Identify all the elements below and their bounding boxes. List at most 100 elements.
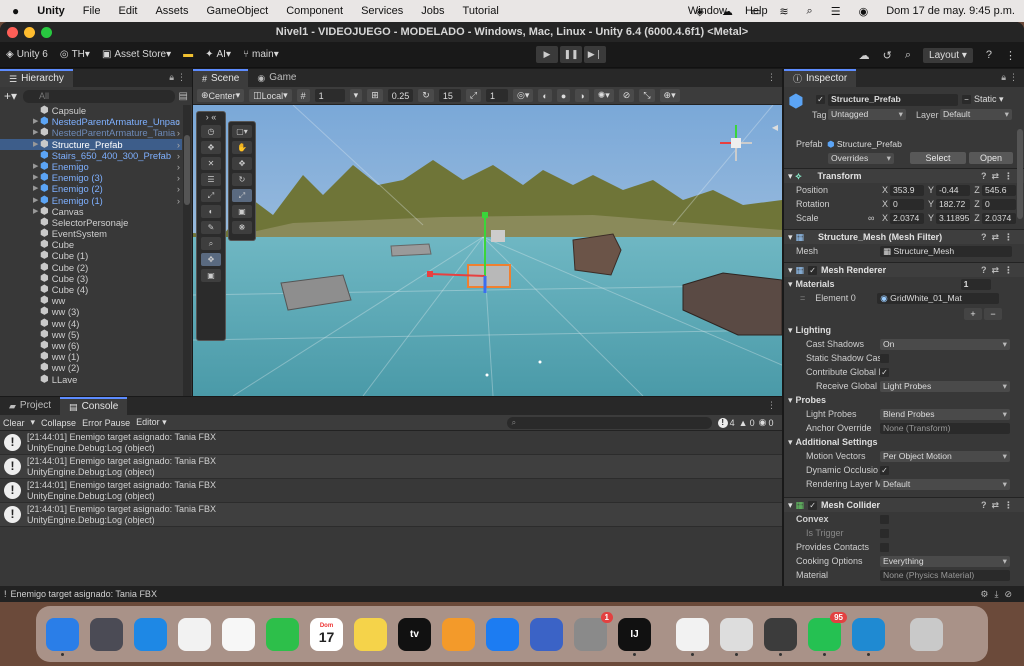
grid-icon[interactable]: # <box>296 89 310 102</box>
convex-checkbox[interactable] <box>880 514 889 524</box>
2d-toggle-icon[interactable]: ◐ <box>538 89 552 102</box>
tab-project[interactable]: ▰ Project <box>0 397 61 415</box>
lock-icon[interactable]: 🔒︎ <box>1001 72 1006 83</box>
light-probes-dropdown[interactable]: Blend Probes <box>880 408 1010 420</box>
open-prefab-icon[interactable]: › <box>177 127 180 138</box>
dock-app-reminders-icon[interactable] <box>178 617 211 651</box>
play-button[interactable]: ▶ <box>536 46 558 63</box>
move-tool-icon[interactable]: ✥ <box>232 157 252 170</box>
dock-app-safari-icon[interactable] <box>134 617 167 651</box>
hierarchy-item[interactable]: ⬢ ww (3) <box>0 306 182 317</box>
account-button[interactable]: ◎ TH ▾ <box>60 49 90 60</box>
rect-tool-icon[interactable]: ▣ <box>232 205 252 218</box>
expand-arrow-icon[interactable]: ▶ <box>33 139 38 150</box>
camera-tool-icon[interactable]: ▣ <box>201 269 221 282</box>
rendering-layer-dropdown[interactable]: Default <box>880 478 1010 490</box>
open-prefab-icon[interactable]: › <box>177 172 180 183</box>
clock[interactable]: Dom 17 de may. 9:45 p.m. <box>886 5 1015 17</box>
scale-x[interactable]: 2.0374 <box>890 212 924 224</box>
mesh-filter-header[interactable]: ▾ ▦ Structure_Mesh (Mesh Filter) ?⇄⋮ <box>784 229 1024 244</box>
dock-app-calendar-icon[interactable]: Dom 17 <box>310 617 343 651</box>
space-dropdown[interactable]: ◫ Local ▾ <box>249 89 292 102</box>
help-icon[interactable]: ? <box>986 49 992 61</box>
console-log-entry[interactable]: ! [21:44:01] Enemigo target asignado: Tan… <box>0 455 782 479</box>
step-button[interactable]: ▶❘ <box>584 46 606 63</box>
error-pause-button[interactable]: Error Pause <box>82 418 130 428</box>
snap-rotate-icon[interactable]: ↻ <box>418 89 434 102</box>
dock-app-chrome-icon[interactable] <box>676 617 709 656</box>
dock-app-appstore-icon[interactable] <box>486 617 519 651</box>
scale-y[interactable]: 3.11895 <box>936 212 970 224</box>
component-menu-icons[interactable]: ?⇄⋮ <box>981 232 1018 243</box>
position-y[interactable]: -0.44 <box>936 184 970 196</box>
hierarchy-item[interactable]: ⬢ Cube (2) <box>0 262 182 273</box>
material-field[interactable]: None (Physics Material) <box>880 569 1010 581</box>
transform-tool-icon[interactable]: ◐ <box>201 205 221 218</box>
hierarchy-item[interactable]: ⬢ ww <box>0 295 182 306</box>
tag-dropdown[interactable]: Untagged <box>828 109 906 120</box>
component-menu-icons[interactable]: ?⇄⋮ <box>981 265 1018 276</box>
draw-mode-icon[interactable]: ◎▾ <box>513 89 534 102</box>
dock-app-simulator-icon[interactable] <box>530 617 563 651</box>
branch-button[interactable]: ⑂ main ▾ <box>243 49 279 60</box>
cooking-options-dropdown[interactable]: Everything <box>880 555 1010 567</box>
anchor-override-field[interactable]: None (Transform) <box>880 422 1010 434</box>
menu-assets[interactable]: Assets <box>155 5 188 17</box>
contribute-gi-checkbox[interactable]: ✓ <box>880 367 889 377</box>
panel-menu-icon[interactable]: ⋮ <box>177 72 186 83</box>
object-name-field[interactable]: Structure_Prefab <box>828 94 958 106</box>
audio-icon[interactable]: ◑ <box>575 89 589 102</box>
dock-app-tv-icon[interactable]: tv <box>398 617 431 651</box>
hierarchy-item[interactable]: ⬢ SelectorPersonaje <box>0 217 182 228</box>
materials-count-field[interactable]: 1 <box>960 278 991 290</box>
dock-app-whatsapp-icon[interactable]: 95 <box>808 611 847 656</box>
hand-tool-icon[interactable]: ✋ <box>232 141 252 154</box>
open-prefab-icon[interactable]: › <box>177 139 180 150</box>
rotate-tool-icon[interactable]: ✕ <box>201 157 221 170</box>
unity-version-button[interactable]: ◈ Unity 6 <box>6 49 48 60</box>
dock-app-notes-icon[interactable] <box>354 617 387 651</box>
snap-scale-icon[interactable]: ⤢ <box>465 89 482 102</box>
provides-contacts-checkbox[interactable] <box>880 542 889 552</box>
gizmos-icon[interactable]: ⊕▾ <box>659 89 680 102</box>
layout-dropdown[interactable]: Layout ▾ <box>923 47 973 63</box>
inspector-scrollbar[interactable] <box>1017 129 1023 219</box>
overlay-collapse-icon[interactable]: › « <box>197 112 225 122</box>
hierarchy-item[interactable]: ▶ ⬢ Enemigo › <box>0 161 182 172</box>
history-icon[interactable]: ↺ <box>883 49 892 62</box>
collapse-button[interactable]: Collapse <box>41 418 76 428</box>
motion-vectors-dropdown[interactable]: Per Object Motion <box>880 450 1010 462</box>
materials-section[interactable]: ▾ Materials 1 <box>784 277 1024 291</box>
prefab-field[interactable]: ⬢ Structure_Prefab <box>824 138 1018 150</box>
expand-arrow-icon[interactable]: ▶ <box>33 161 38 172</box>
move-tool-active-icon[interactable]: ✥ <box>201 253 221 266</box>
dock-app-photos-icon[interactable] <box>222 617 255 651</box>
orientation-gizmo[interactable] <box>714 121 758 165</box>
more-icon[interactable]: ⋮ <box>1005 49 1016 62</box>
hierarchy-item[interactable]: ⬢ Cube <box>0 239 182 250</box>
tab-scene[interactable]: # Scene <box>193 69 249 87</box>
siri-icon[interactable]: ◉ <box>859 5 869 18</box>
info-count[interactable]: ◉ 0 <box>759 417 774 428</box>
console-log-entry[interactable]: ! [21:44:01] Enemigo target asignado: Tan… <box>0 431 782 455</box>
unity-status-icon[interactable]: ◈ <box>695 5 703 18</box>
menu-jobs[interactable]: Jobs <box>421 5 444 17</box>
open-prefab-icon[interactable]: › <box>177 116 180 127</box>
clear-dropdown-icon[interactable]: ▾ <box>31 417 36 428</box>
zoom-tool-icon[interactable]: ⌕ <box>201 237 221 250</box>
grid-dropdown[interactable]: ▾ <box>349 89 363 102</box>
tab-hierarchy[interactable]: ☰ Hierarchy <box>0 69 73 87</box>
pivot-dropdown[interactable]: ⊕ Center ▾ <box>197 89 245 102</box>
is-trigger-checkbox[interactable] <box>880 528 889 538</box>
component-menu-icons[interactable]: ?⇄⋮ <box>981 171 1018 182</box>
scale-tool-icon[interactable]: ⤢ <box>232 189 252 202</box>
dock-app-trash-icon[interactable] <box>910 617 943 651</box>
tool-settings-icon[interactable]: ⤡ <box>639 89 655 102</box>
panel-menu-icon[interactable]: ⋮ <box>1009 72 1018 83</box>
warning-count[interactable]: ! 4 <box>717 417 735 428</box>
console-log-entry[interactable]: ! [21:44:01] Enemigo target asignado: Tan… <box>0 503 782 527</box>
menu-component[interactable]: Component <box>286 5 343 17</box>
hierarchy-item[interactable]: ▶ ⬢ Enemigo (3) › <box>0 172 182 183</box>
perspective-label[interactable]: ◀ <box>772 123 778 132</box>
pause-button[interactable]: ❚❚ <box>560 46 582 63</box>
